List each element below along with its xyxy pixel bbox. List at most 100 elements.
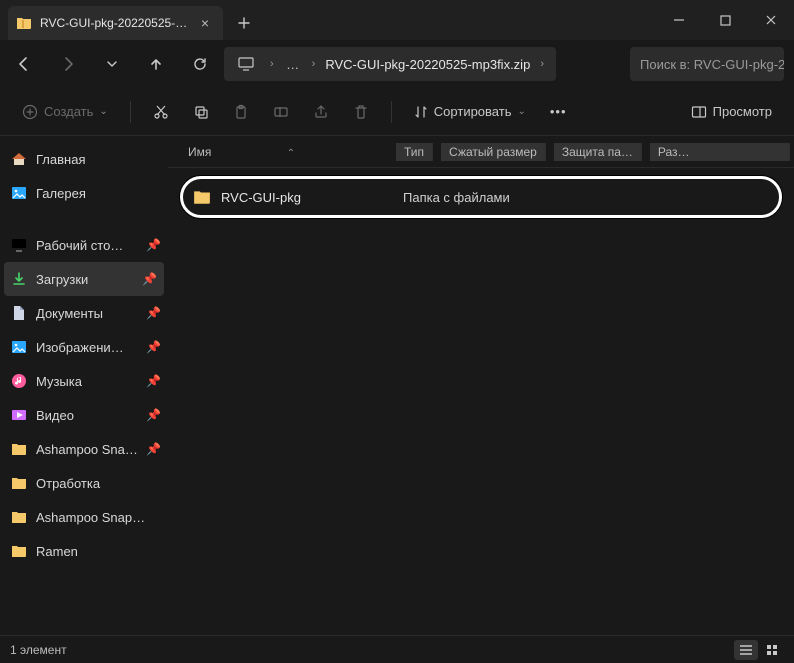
sidebar-item-home[interactable]: Главная [0,142,168,176]
sidebar-gap [0,568,168,626]
pin-icon: 📌 [146,442,160,456]
sidebar-item-label: Отработка [36,476,160,491]
search-box[interactable]: Поиск в: RVC-GUI-pkg-20 [630,47,784,81]
pin-icon: 📌 [146,306,160,320]
minimize-button[interactable] [656,0,702,40]
sidebar-item-label: Изображени… [36,340,138,355]
file-type: Папка с файлами [403,190,510,205]
sidebar-item-label: Загрузки [36,272,134,287]
share-button[interactable] [303,95,339,129]
image-icon [10,338,28,356]
music-icon [10,372,28,390]
sidebar-item-images[interactable]: Изображени… 📌 [0,330,168,364]
view-label: Просмотр [713,104,772,119]
column-header-protection[interactable]: Защита па… [554,143,642,161]
details-view-button[interactable] [734,640,758,660]
sidebar-item-label: Ashampoo Snap… [36,442,138,457]
rename-button[interactable] [263,95,299,129]
copy-button[interactable] [183,95,219,129]
folder-icon [10,508,28,526]
pin-icon: 📌 [142,272,156,286]
monitor-icon [30,634,48,635]
status-bar: 1 элемент [0,635,794,663]
sidebar-item-this-pc[interactable]: › Этот компьюте… [0,626,168,635]
tab-close-button[interactable]: × [197,16,213,30]
more-button[interactable]: ••• [540,95,577,129]
address-bar[interactable]: › … › RVC-GUI-pkg-20220525-mp3fix.zip › [224,47,556,81]
column-header-type[interactable]: Тип [396,143,433,161]
sidebar-item-downloads[interactable]: Загрузки 📌 [4,262,164,296]
column-label: Тип [404,145,424,159]
column-label: Раз… [658,145,690,159]
chevron-right-icon: › [10,634,22,635]
large-icons-view-button[interactable] [760,640,784,660]
create-button[interactable]: Создать ⌄ [12,95,118,129]
window-controls [656,0,794,40]
zip-folder-icon [16,15,32,31]
pin-icon: 📌 [146,340,160,354]
chevron-down-icon: ⌄ [517,106,525,117]
separator [130,101,131,123]
window-titlebar: RVC-GUI-pkg-20220525-mp3f × [0,0,794,40]
file-rows[interactable]: RVC-GUI-pkg Папка с файлами [168,168,794,635]
navigation-bar: › … › RVC-GUI-pkg-20220525-mp3fix.zip › … [0,40,794,88]
sort-label: Сортировать [434,104,512,119]
sidebar-item-folder[interactable]: Ashampoo Snap… 📌 [0,432,168,466]
column-label: Защита па… [562,145,633,159]
tab-active[interactable]: RVC-GUI-pkg-20220525-mp3f × [8,6,223,40]
separator [391,101,392,123]
sidebar-item-label: Галерея [36,186,160,201]
paste-button[interactable] [223,95,259,129]
chevron-down-icon: ⌄ [99,106,107,117]
view-preview-button[interactable]: Просмотр [681,95,782,129]
sidebar-item-video[interactable]: Видео 📌 [0,398,168,432]
up-button[interactable] [136,46,176,82]
navigation-pane: Главная Галерея Рабочий сто… 📌 Загрузки … [0,136,168,635]
sidebar-item-label: Ramen [36,544,160,559]
sort-button[interactable]: Сортировать ⌄ [404,95,536,129]
sidebar-item-folder[interactable]: Ramen [0,534,168,568]
sort-caret-icon: ⌃ [287,148,295,159]
new-tab-button[interactable] [227,6,261,40]
sidebar-item-documents[interactable]: Документы 📌 [0,296,168,330]
sidebar-item-folder[interactable]: Ashampoo Snap… [0,500,168,534]
delete-button[interactable] [343,95,379,129]
chevron-right-icon[interactable]: › [536,58,548,70]
refresh-button[interactable] [180,46,220,82]
column-header-name[interactable]: Имя ⌃ [180,145,392,159]
pin-icon: 📌 [146,238,160,252]
document-icon [10,304,28,322]
create-label: Создать [44,104,93,119]
column-label: Имя [188,145,211,159]
sidebar-item-music[interactable]: Музыка 📌 [0,364,168,398]
close-button[interactable] [748,0,794,40]
search-placeholder: Поиск в: RVC-GUI-pkg-20 [640,57,784,72]
video-icon [10,406,28,424]
recent-locations-button[interactable] [92,46,132,82]
explorer-body: Главная Галерея Рабочий сто… 📌 Загрузки … [0,136,794,635]
file-row[interactable]: RVC-GUI-pkg [193,188,403,206]
home-icon [10,150,28,168]
column-header-compressed[interactable]: Сжатый размер [441,143,546,161]
folder-icon [193,188,211,206]
command-bar: Создать ⌄ Сортировать ⌄ ••• Просмотр [0,88,794,136]
forward-button[interactable] [48,46,88,82]
ellipsis-icon[interactable]: … [284,57,302,72]
cut-button[interactable] [143,95,179,129]
column-label: Сжатый размер [449,145,537,159]
sidebar-item-gallery[interactable]: Галерея [0,176,168,210]
chevron-right-icon[interactable]: › [308,58,320,70]
column-header-size[interactable]: Раз… [650,143,790,161]
chevron-right-icon[interactable]: › [266,58,278,70]
sidebar-item-label: Музыка [36,374,138,389]
column-header-row: Имя ⌃ Тип Сжатый размер Защита па… Раз… [168,136,794,168]
tab-title: RVC-GUI-pkg-20220525-mp3f [40,16,189,30]
highlighted-annotation: RVC-GUI-pkg Папка с файлами [180,176,782,218]
maximize-button[interactable] [702,0,748,40]
desktop-icon [10,236,28,254]
sidebar-item-desktop[interactable]: Рабочий сто… 📌 [0,228,168,262]
sidebar-item-label: Главная [36,152,160,167]
sidebar-item-folder[interactable]: Отработка [0,466,168,500]
back-button[interactable] [4,46,44,82]
breadcrumb-current[interactable]: RVC-GUI-pkg-20220525-mp3fix.zip [325,57,530,72]
